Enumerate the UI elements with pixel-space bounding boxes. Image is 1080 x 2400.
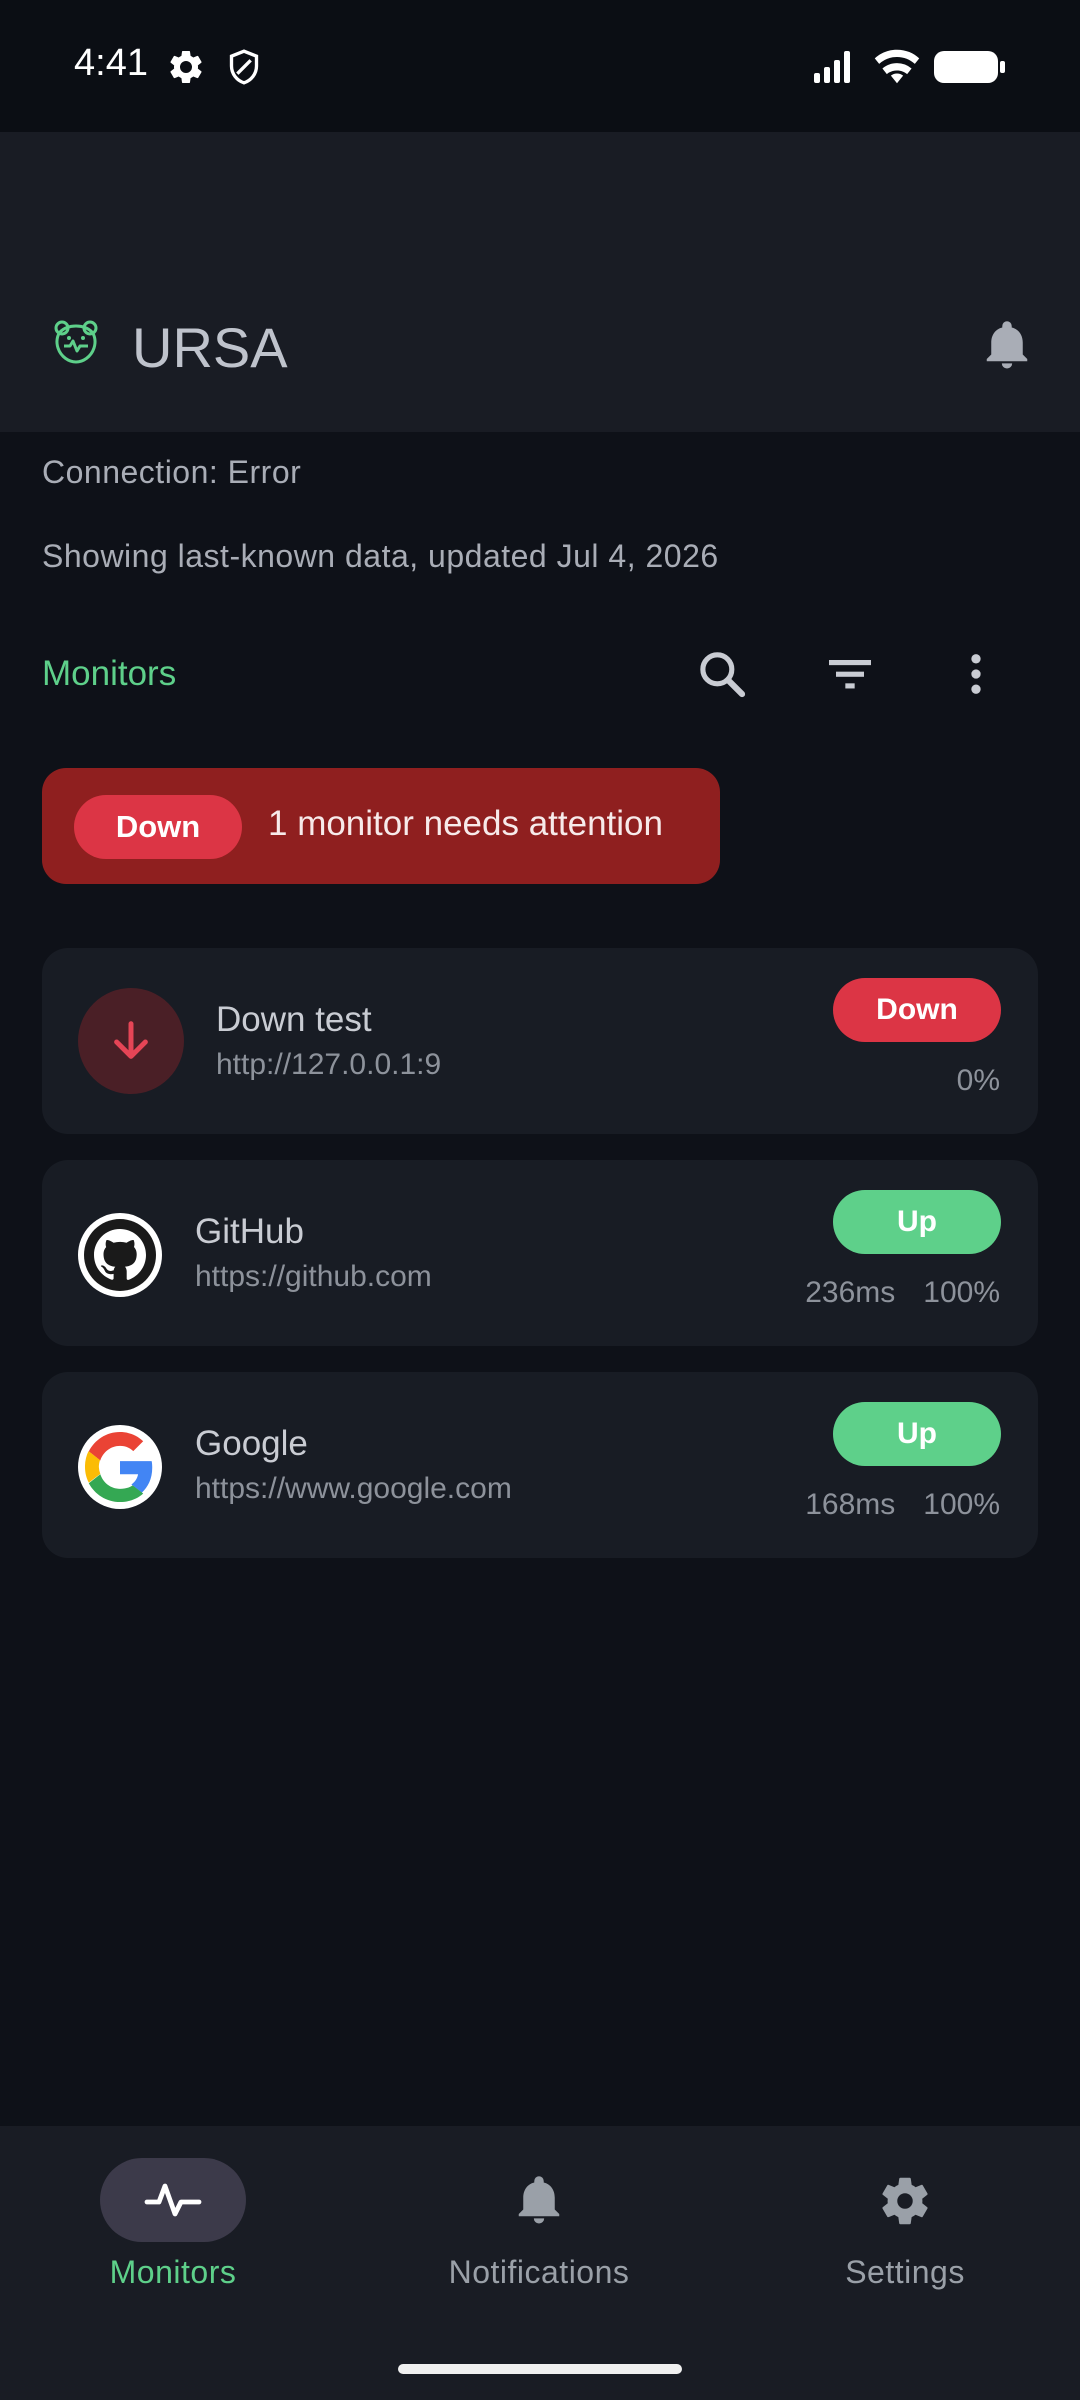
monitor-stats: 0% xyxy=(957,1064,1000,1098)
down-chip: Down xyxy=(74,795,242,859)
status-badge: Up xyxy=(833,1402,1001,1466)
nav-label: Notifications xyxy=(448,2254,630,2290)
status-bar: 4:41 xyxy=(0,0,1080,132)
app-bar xyxy=(0,132,1080,432)
monitor-uptime: 100% xyxy=(923,1488,1000,1521)
monitor-name: Down test xyxy=(216,1000,372,1039)
monitor-uptime: 0% xyxy=(956,1064,1000,1097)
bell-icon xyxy=(506,2168,572,2234)
monitor-uptime: 100% xyxy=(923,1276,1000,1309)
shield-icon xyxy=(224,47,264,87)
search-icon[interactable] xyxy=(694,646,750,702)
app-title: URSA xyxy=(132,316,288,379)
section-title: Monitors xyxy=(42,654,177,693)
arrow-down-icon xyxy=(78,988,184,1094)
google-logo-icon xyxy=(78,1425,162,1509)
more-vert-icon[interactable] xyxy=(948,646,1004,702)
nav-item-notifications[interactable]: Notifications xyxy=(366,2126,726,2346)
bell-icon[interactable] xyxy=(980,318,1034,374)
monitor-name: GitHub xyxy=(195,1212,304,1251)
gear-icon xyxy=(872,2168,938,2234)
wifi-icon xyxy=(874,47,920,87)
monitor-card-google[interactable]: Google https://www.google.com Up 168ms 1… xyxy=(42,1372,1038,1558)
signal-icon xyxy=(812,47,852,87)
monitor-url: https://www.google.com xyxy=(195,1472,512,1505)
monitor-stats: 236ms 100% xyxy=(805,1276,1000,1310)
bottom-nav: Monitors Notifications Settings xyxy=(0,2126,1080,2400)
nav-label: Monitors xyxy=(109,2254,237,2290)
monitor-stats: 168ms 100% xyxy=(805,1488,1000,1522)
connection-status: Connection: Error xyxy=(42,454,302,490)
monitor-response-time: 236ms xyxy=(805,1276,896,1309)
pulse-icon xyxy=(100,2158,246,2242)
monitor-card-down-test[interactable]: Down test http://127.0.0.1:9 Down 0% xyxy=(42,948,1038,1134)
monitor-response-time: 168ms xyxy=(805,1488,896,1521)
nav-item-settings[interactable]: Settings xyxy=(732,2126,1080,2346)
last-updated-text: Showing last-known data, updated Jul 4, … xyxy=(42,538,719,574)
monitor-card-github[interactable]: GitHub https://github.com Up 236ms 100% xyxy=(42,1160,1038,1346)
battery-icon xyxy=(934,47,1006,87)
monitor-name: Google xyxy=(195,1424,308,1463)
home-indicator[interactable] xyxy=(398,2364,682,2374)
gear-icon xyxy=(166,47,206,87)
attention-banner[interactable]: Down 1 monitor needs attention xyxy=(42,768,720,884)
monitor-url: http://127.0.0.1:9 xyxy=(216,1048,442,1081)
status-time: 4:41 xyxy=(74,42,148,84)
github-logo-icon xyxy=(78,1213,162,1297)
attention-message: 1 monitor needs attention xyxy=(268,804,663,843)
status-badge: Down xyxy=(833,978,1001,1042)
bear-icon xyxy=(52,318,100,366)
nav-item-monitors[interactable]: Monitors xyxy=(0,2126,360,2346)
nav-label: Settings xyxy=(845,2254,965,2290)
monitor-url: https://github.com xyxy=(195,1260,432,1293)
filter-icon[interactable] xyxy=(822,646,878,702)
status-badge: Up xyxy=(833,1190,1001,1254)
